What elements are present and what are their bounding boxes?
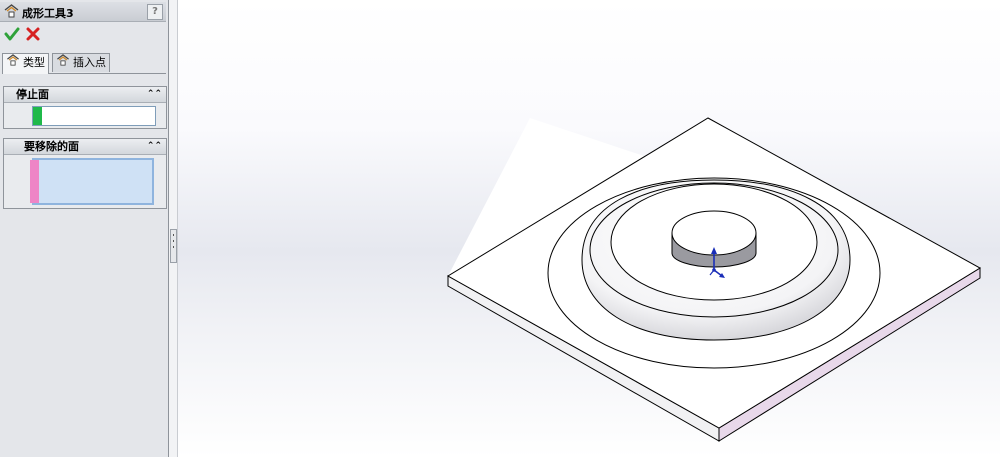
forming-tool-icon xyxy=(56,54,70,72)
faces-to-remove-selection-box[interactable] xyxy=(30,158,154,205)
tab-type-label: 类型 xyxy=(23,56,45,69)
checkmark-icon xyxy=(4,27,20,41)
forming-tool-icon xyxy=(6,54,20,72)
panel-title-bar: 成形工具3 ? xyxy=(0,2,166,22)
tab-insert-point-label: 插入点 xyxy=(73,56,106,69)
tab-insert-point[interactable]: 插入点 xyxy=(52,53,110,72)
faces-to-remove-group: 要移除的面 ⌃⌃ xyxy=(3,138,167,209)
stop-face-color-marker xyxy=(33,107,42,125)
help-button[interactable]: ? xyxy=(147,4,163,20)
stop-face-group: 停止面 ⌃⌃ xyxy=(3,86,167,129)
cancel-button[interactable] xyxy=(25,26,41,42)
panel-title: 成形工具3 xyxy=(22,7,74,20)
stop-face-group-header[interactable]: 停止面 ⌃⌃ xyxy=(4,87,166,103)
splitter-grip-icon[interactable] xyxy=(170,229,177,263)
faces-to-remove-group-header[interactable]: 要移除的面 ⌃⌃ xyxy=(4,139,166,155)
forming-tool-icon xyxy=(4,4,19,21)
collapse-chevron-icon[interactable]: ⌃⌃ xyxy=(147,88,162,100)
ok-button[interactable] xyxy=(4,26,20,42)
graphics-viewport[interactable] xyxy=(178,0,1000,457)
stop-face-title: 停止面 xyxy=(16,88,49,101)
faces-to-remove-color-marker xyxy=(30,160,39,203)
panel-tabs: 类型 插入点 xyxy=(2,53,166,74)
property-manager-panel: 成形工具3 ? 类型 插入点 停止面 ⌃⌃ 要移除的面 ⌃⌃ xyxy=(0,0,169,457)
collapse-chevron-icon[interactable]: ⌃⌃ xyxy=(147,140,162,152)
x-icon xyxy=(26,27,40,41)
stop-face-selection-box[interactable] xyxy=(32,106,156,126)
faces-to-remove-title: 要移除的面 xyxy=(24,140,79,153)
tab-type[interactable]: 类型 xyxy=(2,53,49,74)
part-model xyxy=(447,117,981,442)
panel-splitter[interactable] xyxy=(169,0,178,457)
